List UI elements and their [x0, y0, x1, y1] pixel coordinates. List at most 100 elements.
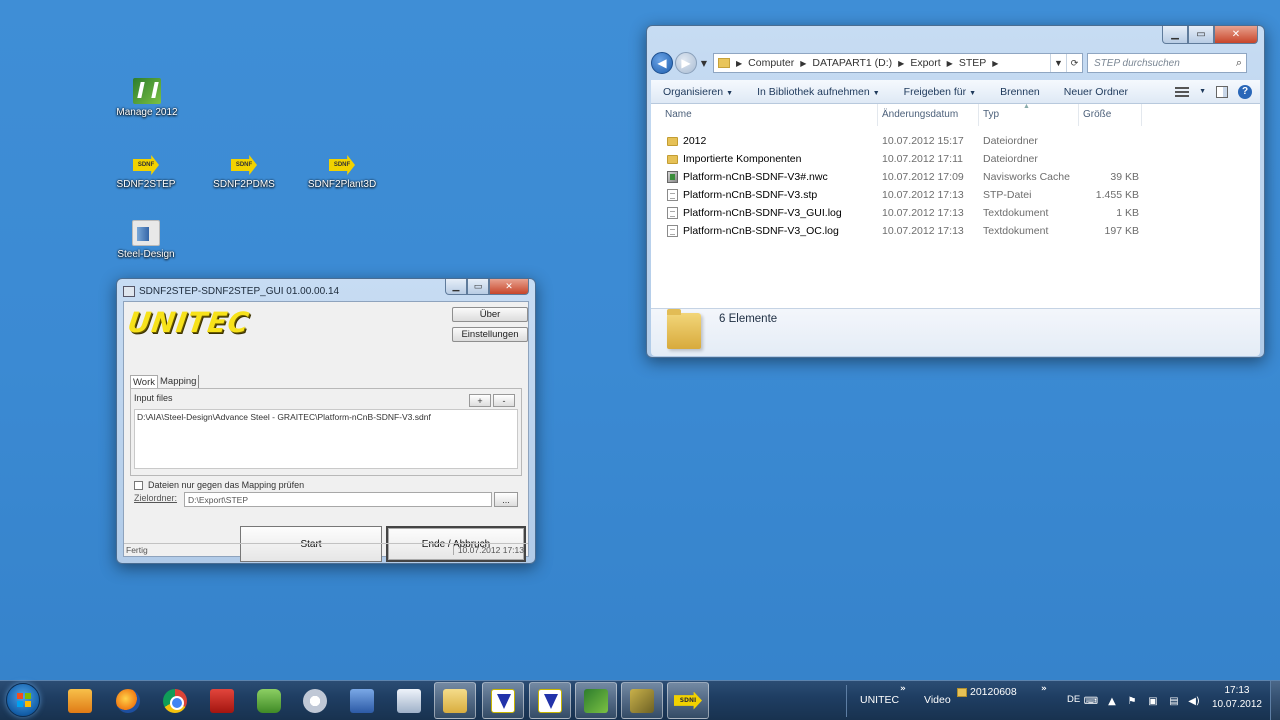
file-row[interactable]: Platform-nCnB-SDNF-V3_OC.log 10.07.2012 …	[651, 222, 1260, 240]
breadcrumb-export[interactable]: Export	[910, 57, 940, 69]
taskbar-sdnf2step[interactable]: SDNI	[667, 682, 709, 719]
address-bar[interactable]: ▶ Computer ▶ DATAPART1 (D:) ▶ Export ▶ S…	[713, 53, 1083, 73]
include-in-library-menu[interactable]: In Bibliothek aufnehmen ▼	[745, 86, 892, 98]
taskbar-evernote[interactable]	[248, 682, 290, 719]
clock-date: 10.07.2012	[1211, 699, 1262, 710]
breadcrumb-computer[interactable]: Computer	[748, 57, 794, 69]
minimize-button[interactable]: ▁	[1162, 26, 1188, 44]
file-row[interactable]: Platform-nCnB-SDNF-V3.stp 10.07.2012 17:…	[651, 186, 1260, 204]
taskbar-acrobat[interactable]	[201, 682, 243, 719]
maximize-button[interactable]: ▭	[467, 279, 489, 295]
organize-menu[interactable]: Organisieren ▼	[651, 86, 745, 98]
keyboard-icon[interactable]: ⌨	[1084, 695, 1098, 707]
column-header-date[interactable]: Änderungsdatum	[882, 109, 958, 120]
maximize-button[interactable]: ▭	[1188, 26, 1214, 44]
taskbar-satellite[interactable]	[294, 682, 336, 719]
file-icon	[667, 189, 678, 201]
desktop-icon-steel-design[interactable]: Steel-Design	[106, 220, 186, 260]
recent-pages-dropdown[interactable]: ▼	[699, 59, 709, 68]
desktop-icon-sdnf2pdms[interactable]: SDNF SDNF2PDMS	[204, 152, 284, 190]
taskbar-network[interactable]	[341, 682, 383, 719]
tab-work[interactable]: Work	[130, 375, 158, 389]
remove-file-button[interactable]: -	[493, 394, 515, 407]
desktop-icon-label: Steel-Design	[117, 249, 175, 260]
back-button[interactable]: ◀	[651, 52, 673, 74]
about-button[interactable]: Über	[452, 307, 528, 322]
command-bar: Organisieren ▼ In Bibliothek aufnehmen ▼ F…	[651, 80, 1260, 104]
navisworks-file-icon	[667, 171, 678, 183]
breadcrumb-step[interactable]: STEP	[959, 57, 986, 69]
volume-icon[interactable]: ◀)	[1188, 695, 1200, 707]
minimize-button[interactable]: ▁	[445, 279, 467, 295]
chrome-icon	[163, 688, 187, 713]
share-with-menu[interactable]: Freigeben für ▼	[892, 86, 988, 98]
device-icon[interactable]: ▣	[1147, 695, 1159, 707]
settings-button[interactable]: Einstellungen	[452, 327, 528, 342]
language-indicator[interactable]: DE	[1067, 694, 1080, 705]
desktop-icon-manage-2012[interactable]: Manage 2012	[107, 78, 187, 118]
network-tray-icon[interactable]: ▤	[1168, 695, 1180, 707]
add-file-button[interactable]: +	[469, 394, 491, 407]
sdnf-icon: SDNI	[674, 691, 702, 710]
toolbar-video[interactable]: Video	[924, 694, 951, 706]
file-row[interactable]: Platform-nCnB-SDNF-V3_GUI.log 10.07.2012…	[651, 204, 1260, 222]
unitec-logo: UNITEC	[125, 306, 252, 339]
column-header-type[interactable]: Typ	[983, 109, 999, 120]
close-button[interactable]: ✕	[1214, 26, 1258, 44]
tab-mapping[interactable]: Mapping	[158, 375, 200, 389]
clock-time: 17:13	[1224, 685, 1250, 696]
taskbar-navisworks[interactable]	[575, 682, 617, 719]
view-dropdown-icon[interactable]: ▼	[1199, 88, 1206, 95]
start-button[interactable]	[6, 683, 40, 717]
sort-indicator-icon: ▲	[1023, 103, 1030, 110]
list-item[interactable]: D:\AIA\Steel-Design\Advance Steel - GRAI…	[137, 412, 431, 422]
file-row[interactable]: Importierte Komponenten 10.07.2012 17:11…	[651, 150, 1260, 168]
file-row[interactable]: Platform-nCnB-SDNF-V3#.nwc 10.07.2012 17…	[651, 168, 1260, 186]
close-button[interactable]: ✕	[489, 279, 529, 295]
details-pane: 6 Elemente	[651, 308, 1260, 356]
browse-button[interactable]: ...	[494, 492, 518, 507]
taskbar-calculator[interactable]	[388, 682, 430, 719]
taskbar-media-player[interactable]	[59, 682, 101, 719]
forward-button[interactable]: ▶	[675, 52, 697, 74]
acrobat-icon	[210, 688, 234, 713]
taskbar-vm-2[interactable]	[529, 682, 571, 719]
mapping-check-row[interactable]: Dateien nur gegen das Mapping prüfen	[134, 480, 304, 490]
burn-button[interactable]: Brennen	[988, 86, 1052, 98]
action-center-flag-icon[interactable]: ⚑	[1126, 695, 1138, 707]
taskbar-advance-steel[interactable]	[621, 682, 663, 719]
search-input[interactable]: STEP durchsuchen ⌕	[1087, 53, 1247, 73]
mapping-only-checkbox[interactable]	[134, 480, 143, 490]
system-clock[interactable]: 17:13 10.07.2012	[1212, 684, 1262, 712]
file-row[interactable]: 2012 10.07.2012 15:17 Dateiordner	[651, 132, 1260, 150]
address-dropdown-icon[interactable]: ▼	[1050, 54, 1066, 72]
satellite-icon	[303, 688, 327, 713]
column-header-name[interactable]: Name	[665, 109, 692, 120]
desktop-icon-sdnf2step[interactable]: SDNF SDNF2STEP	[106, 152, 186, 190]
help-icon[interactable]: ?	[1238, 84, 1252, 99]
navigation-bar: ◀ ▶ ▼ ▶ Computer ▶ DATAPART1 (D:) ▶ Expo…	[651, 50, 1260, 76]
input-files-list[interactable]: D:\AIA\Steel-Design\Advance Steel - GRAI…	[134, 409, 518, 469]
target-folder-input[interactable]: D:\Export\STEP	[184, 492, 492, 507]
preview-pane-icon[interactable]	[1216, 85, 1228, 98]
toolbar-unitec-chevron[interactable]: »	[900, 684, 906, 694]
toolbar-20120608[interactable]: 20120608	[970, 686, 1017, 698]
toolbar-unitec[interactable]: UNITEC	[860, 694, 899, 706]
toolbar-video-chevron[interactable]: »	[1041, 684, 1047, 694]
taskbar-firefox[interactable]	[107, 682, 149, 719]
window-controls: ▁ ▭ ✕	[445, 279, 529, 295]
taskbar-chrome[interactable]	[154, 682, 196, 719]
show-hidden-icons[interactable]: ▲	[1106, 695, 1118, 707]
status-time: 10.07.2012 17:13	[452, 545, 524, 555]
desktop-icon-sdnf2plant3d[interactable]: SDNF SDNF2Plant3D	[302, 152, 382, 190]
taskbar-vm-1[interactable]	[482, 682, 524, 719]
change-view-icon[interactable]	[1175, 86, 1190, 97]
show-desktop-button[interactable]	[1270, 681, 1280, 720]
column-header-size[interactable]: Größe	[1083, 109, 1111, 120]
refresh-icon[interactable]: ⟳	[1066, 54, 1082, 72]
breadcrumb-drive[interactable]: DATAPART1 (D:)	[812, 57, 892, 69]
folder-icon	[667, 155, 678, 164]
tab-strip: Work Mapping	[130, 375, 200, 389]
taskbar-explorer[interactable]	[434, 682, 476, 719]
new-folder-button[interactable]: Neuer Ordner	[1052, 86, 1140, 98]
